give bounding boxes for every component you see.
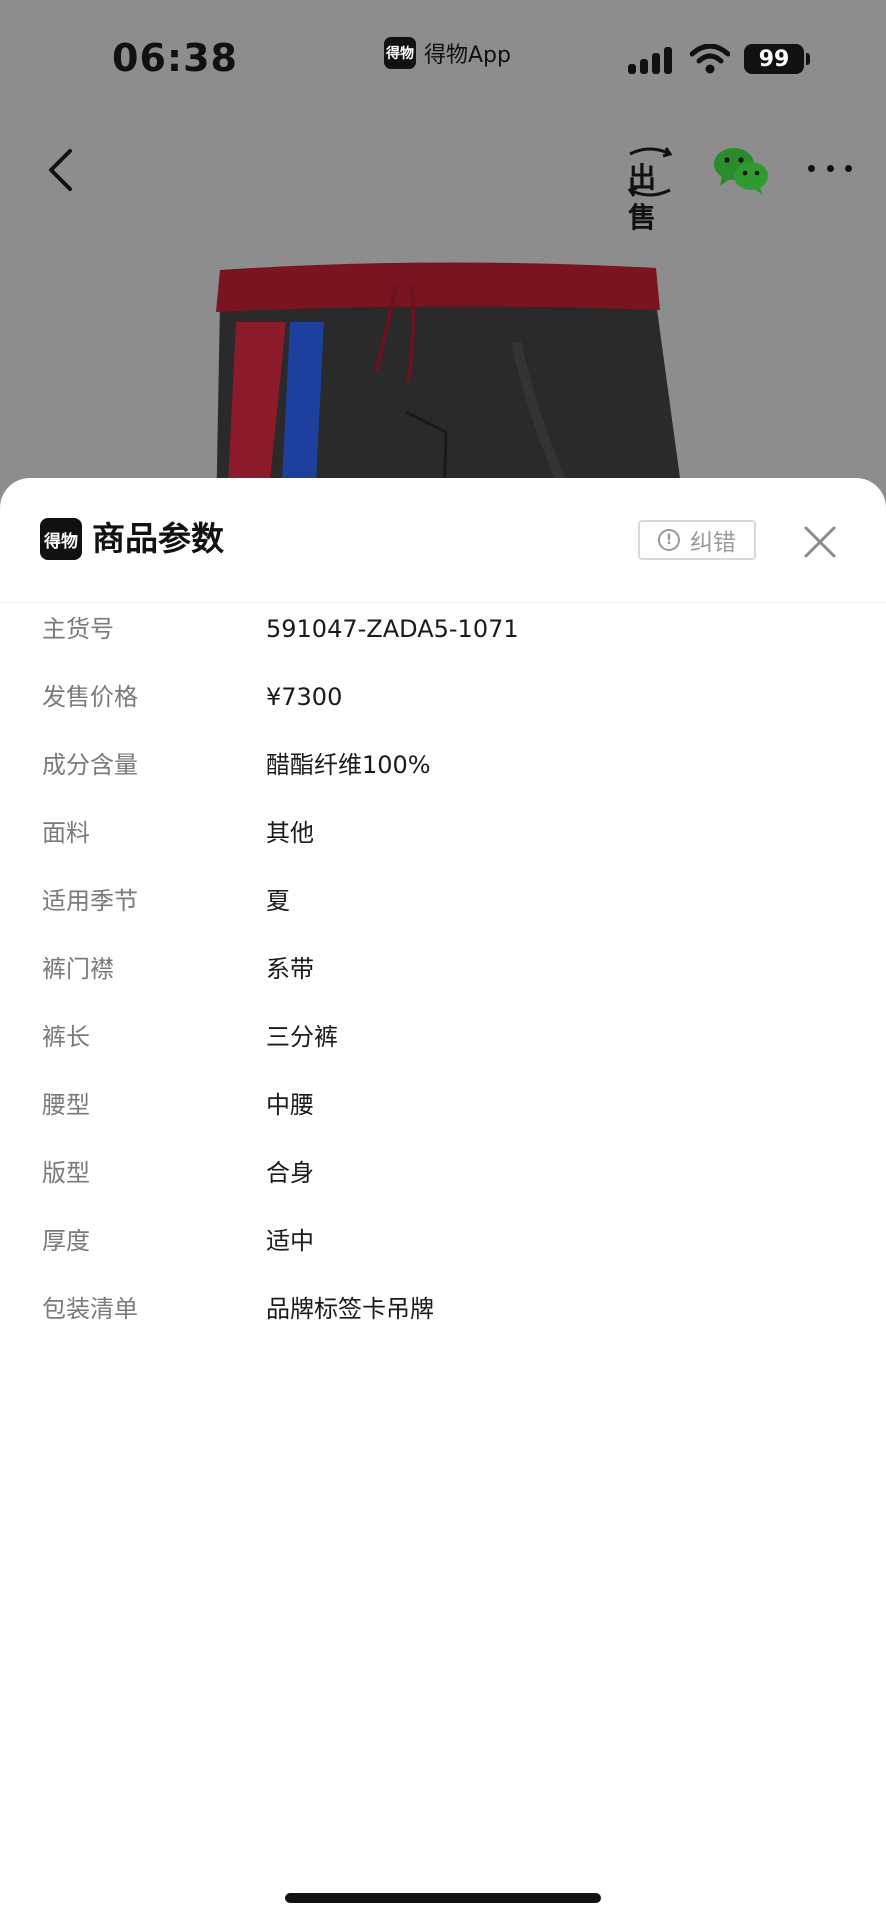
more-dot xyxy=(845,164,852,172)
param-label: 发售价格 xyxy=(42,683,138,711)
more-dot xyxy=(826,164,834,172)
param-label: 成分含量 xyxy=(42,751,138,779)
param-row: 主货号 591047-ZADA5-1071 xyxy=(0,602,886,670)
param-label: 主货号 xyxy=(42,615,114,643)
more-button[interactable] xyxy=(808,158,852,178)
home-indicator[interactable] xyxy=(285,1893,601,1903)
cellular-signal-icon xyxy=(628,46,674,74)
param-label: 适用季节 xyxy=(42,887,138,915)
param-value: 中腰 xyxy=(266,1091,314,1119)
chevron-left-icon xyxy=(49,149,72,191)
param-row: 发售价格 ¥7300 xyxy=(0,670,886,738)
param-label: 厚度 xyxy=(42,1227,90,1255)
report-error-button[interactable]: ! 纠错 xyxy=(638,520,756,560)
product-page-backdrop[interactable]: 06:38 得物 得物App 99 出售 xyxy=(0,0,886,522)
param-value: ¥7300 xyxy=(266,683,343,711)
close-icon[interactable] xyxy=(800,522,840,562)
nav-bar: 出售 xyxy=(0,130,886,234)
param-row: 适用季节 夏 xyxy=(0,874,886,942)
wechat-share-button[interactable] xyxy=(712,144,770,196)
product-params-sheet: 得物 商品参数 ! 纠错 主货号 591047-ZADA5-1071 发售价格 ¥7… xyxy=(0,478,886,1920)
param-value: 三分裤 xyxy=(266,1023,338,1051)
back-button[interactable] xyxy=(40,140,80,200)
param-row: 面料 其他 xyxy=(0,806,886,874)
param-label: 腰型 xyxy=(42,1091,90,1119)
param-label: 裤长 xyxy=(42,1023,90,1051)
param-label: 版型 xyxy=(42,1159,90,1187)
param-value: 其他 xyxy=(266,819,314,847)
sell-button[interactable]: 出售 xyxy=(622,144,678,234)
sell-label: 出售 xyxy=(628,161,657,234)
param-label: 面料 xyxy=(42,819,90,847)
param-row: 成分含量 醋酯纤维100% xyxy=(0,738,886,806)
param-value: 夏 xyxy=(266,887,290,915)
param-value: 品牌标签卡吊牌 xyxy=(266,1295,434,1323)
param-row: 版型 合身 xyxy=(0,1146,886,1214)
param-value: 合身 xyxy=(266,1159,314,1187)
status-time: 06:38 xyxy=(112,36,238,80)
param-row: 裤门襟 系带 xyxy=(0,942,886,1010)
sheet-title: 商品参数 xyxy=(92,519,224,558)
param-value: 系带 xyxy=(266,955,314,983)
app-name: 得物App xyxy=(424,43,511,68)
report-error-label: 纠错 xyxy=(690,530,736,556)
app-logo-icon: 得物 xyxy=(384,37,416,69)
battery-cap xyxy=(806,53,810,65)
status-bar: 06:38 得物 得物App 99 xyxy=(0,0,886,120)
more-dot xyxy=(808,164,815,172)
info-circle-icon: ! xyxy=(658,529,680,551)
param-value: 醋酯纤维100% xyxy=(266,751,431,779)
wifi-icon xyxy=(690,44,730,74)
app-logo-icon: 得物 xyxy=(40,518,82,560)
param-row: 厚度 适中 xyxy=(0,1214,886,1282)
param-label: 包装清单 xyxy=(42,1295,138,1323)
param-row: 裤长 三分裤 xyxy=(0,1010,886,1078)
battery-indicator: 99 xyxy=(744,44,804,74)
param-row: 腰型 中腰 xyxy=(0,1078,886,1146)
wechat-icon xyxy=(714,148,768,195)
param-value: 591047-ZADA5-1071 xyxy=(266,615,519,643)
param-label: 裤门襟 xyxy=(42,955,114,983)
app-badge: 得物 得物App xyxy=(384,36,511,70)
sheet-header: 得物 商品参数 ! 纠错 xyxy=(0,478,886,603)
param-value: 适中 xyxy=(266,1227,314,1255)
params-list: 主货号 591047-ZADA5-1071 发售价格 ¥7300 成分含量 醋酯纤维1… xyxy=(0,602,886,1350)
param-row: 包装清单 品牌标签卡吊牌 xyxy=(0,1282,886,1350)
